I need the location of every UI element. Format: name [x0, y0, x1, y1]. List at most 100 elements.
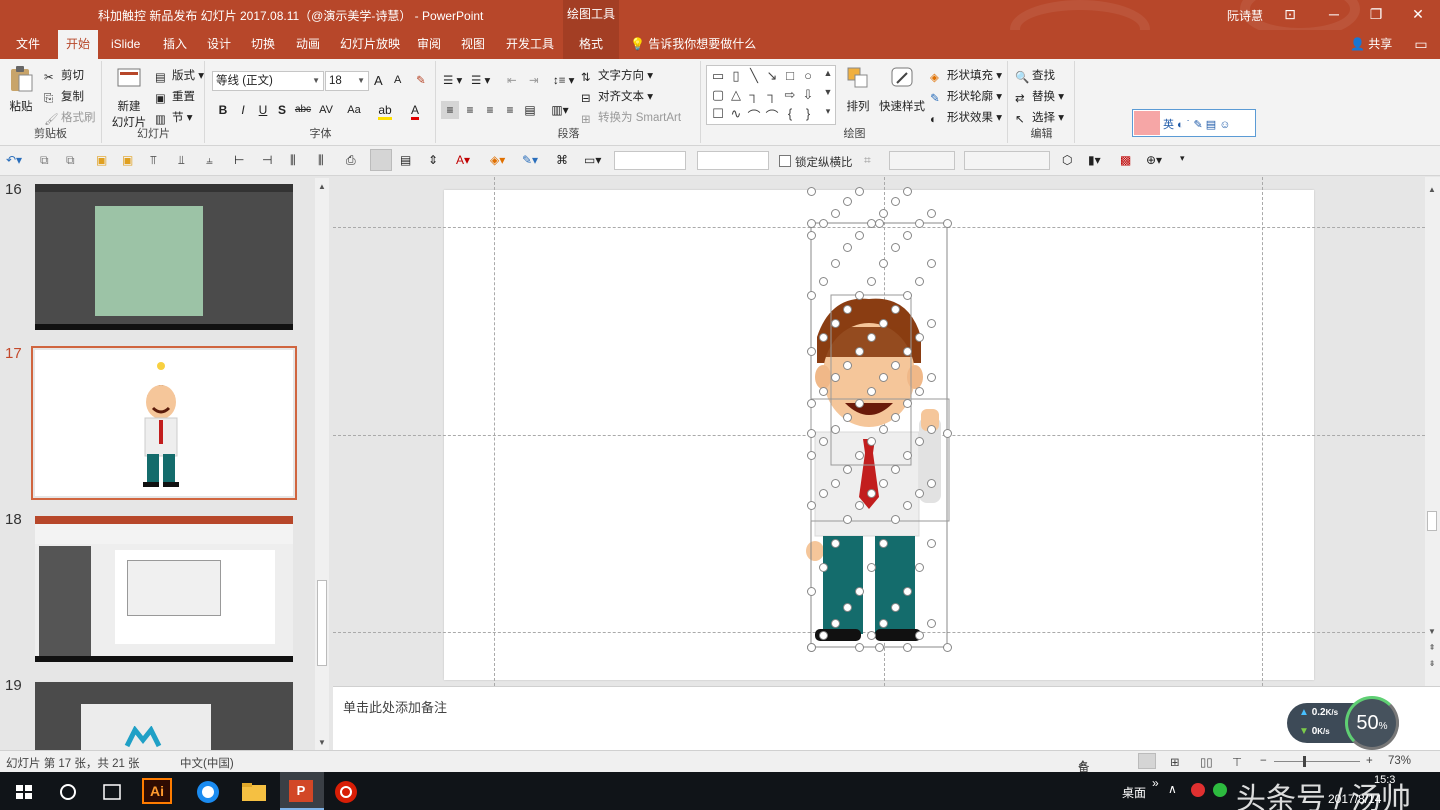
network-speed-widget[interactable]: ▲ 0.2K/s ▼ 0K/s 50%: [1287, 696, 1399, 750]
resize-handle[interactable]: [819, 563, 828, 572]
resize-handle[interactable]: [927, 539, 936, 548]
search-icon[interactable]: [50, 777, 86, 807]
shape-outline-button[interactable]: ✎ 形状轮廓 ▾: [930, 88, 1002, 105]
justify-icon[interactable]: ≡: [501, 101, 519, 119]
tab-insert[interactable]: 插入: [155, 30, 195, 59]
resize-handle[interactable]: [819, 437, 828, 446]
language-indicator[interactable]: 中文(中国): [180, 755, 234, 771]
distribute-horizontal-icon[interactable]: ⫼: [290, 153, 306, 168]
align-middle-icon[interactable]: ⫫: [178, 153, 194, 168]
align-top-icon[interactable]: ⫪: [150, 153, 166, 168]
layout-button[interactable]: ▤ 版式 ▾: [155, 67, 204, 84]
canvas-scroll-thumb[interactable]: [1427, 511, 1437, 531]
resize-handle[interactable]: [819, 333, 828, 342]
bring-forward-icon[interactable]: ▣: [96, 153, 112, 168]
tab-animations[interactable]: 动画: [288, 30, 328, 59]
resize-handle[interactable]: [891, 243, 900, 252]
align-left-icon[interactable]: ≡: [441, 101, 459, 119]
freeform-shape-icon[interactable]: ☐: [709, 106, 727, 122]
resize-handle[interactable]: [843, 243, 852, 252]
textbox-shape-icon[interactable]: ▭: [709, 68, 727, 84]
guide-line[interactable]: [494, 177, 495, 686]
resize-handle[interactable]: [879, 259, 888, 268]
crop-height-field[interactable]: [964, 151, 1050, 170]
resize-handle[interactable]: [807, 643, 816, 652]
down-arrow-shape-icon[interactable]: ⇩: [799, 87, 817, 103]
resize-handle[interactable]: [807, 501, 816, 510]
curve-shape-icon[interactable]: ⌒: [763, 106, 781, 125]
rounded-rect-shape-icon[interactable]: ▢: [709, 87, 727, 103]
resize-handle[interactable]: [855, 501, 864, 510]
resize-handle[interactable]: [819, 219, 828, 228]
resize-handle[interactable]: [903, 451, 912, 460]
resize-handle[interactable]: [867, 563, 876, 572]
resize-handle[interactable]: [831, 425, 840, 434]
font-color-qat-icon[interactable]: A▾: [456, 153, 472, 168]
thumbnail-scroll-thumb[interactable]: [317, 580, 327, 666]
desktop-toolbar-label[interactable]: 桌面: [1122, 784, 1146, 801]
resize-handle[interactable]: [867, 387, 876, 396]
gallery-scroll-down-icon[interactable]: ▼: [819, 87, 837, 97]
clock-date[interactable]: 2017/8/14: [1328, 792, 1381, 806]
resize-handle[interactable]: [915, 333, 924, 342]
resize-handle[interactable]: [927, 425, 936, 434]
text-shadow-button[interactable]: S: [273, 101, 291, 119]
slide-thumbnail-19[interactable]: [35, 682, 293, 751]
resize-handle[interactable]: [807, 187, 816, 196]
resize-handle[interactable]: [819, 631, 828, 640]
resize-handle[interactable]: [915, 437, 924, 446]
resize-handle[interactable]: [891, 603, 900, 612]
ime-toolbar[interactable]: 英 ◐ ˙ ✎ ▤ ☺: [1132, 109, 1256, 137]
zoom-slider-thumb[interactable]: [1303, 756, 1306, 767]
resize-handle[interactable]: [855, 451, 864, 460]
resize-handle[interactable]: [807, 231, 816, 240]
highlight-color-button[interactable]: ab: [376, 101, 394, 120]
resize-handle[interactable]: [891, 465, 900, 474]
slide-thumbnail-18[interactable]: [35, 516, 293, 662]
close-button[interactable]: ✕: [1400, 0, 1436, 30]
font-size-combo[interactable]: 18 ▼: [325, 71, 369, 91]
oval-shape-icon[interactable]: ○: [799, 68, 817, 83]
signed-in-user[interactable]: 阮诗慧: [1227, 7, 1263, 24]
resize-handle[interactable]: [915, 563, 924, 572]
numbering-icon[interactable]: ☰ ▾: [471, 73, 490, 87]
resize-handle[interactable]: [867, 489, 876, 498]
resize-handle[interactable]: [831, 259, 840, 268]
resize-handle[interactable]: [927, 619, 936, 628]
chevron-up-icon[interactable]: ∧: [1168, 782, 1177, 796]
rectangle-shape-icon[interactable]: □: [781, 68, 799, 83]
zoom-slider-track[interactable]: [1274, 761, 1360, 762]
tab-home[interactable]: 开始: [58, 30, 99, 59]
resize-handle[interactable]: [915, 387, 924, 396]
file-explorer-taskbar-icon[interactable]: [236, 777, 272, 807]
minimize-button[interactable]: ─: [1316, 0, 1352, 30]
resize-handle[interactable]: [867, 277, 876, 286]
increase-indent-icon[interactable]: ⇥: [529, 73, 539, 87]
elbow-arrow-shape-icon[interactable]: ┐: [763, 87, 781, 102]
resize-handle[interactable]: [875, 219, 884, 228]
resize-handle[interactable]: [855, 643, 864, 652]
shape-width-field[interactable]: [697, 151, 769, 170]
ungroup-objects-icon[interactable]: ⧉: [66, 153, 82, 168]
shapes-gallery[interactable]: ▭ ▯ ╲ ↘ □ ○ ▢ △ ┐ ┐ ⇨ ⇩ ☐ ∿ ⌒ ⌒ { } ▲ ▼ …: [706, 65, 836, 125]
illustrator-taskbar-icon[interactable]: Ai: [142, 778, 172, 804]
fill-color-qat-icon[interactable]: ◈▾: [490, 153, 506, 168]
resize-handle[interactable]: [903, 347, 912, 356]
fit-height-icon[interactable]: ⇕: [428, 153, 444, 168]
arrow-line-shape-icon[interactable]: ↘: [763, 68, 781, 84]
font-color-button[interactable]: A: [406, 101, 424, 120]
outline-color-qat-icon[interactable]: ✎▾: [522, 153, 538, 168]
resize-handle[interactable]: [819, 277, 828, 286]
scroll-down-icon[interactable]: ▼: [315, 736, 329, 750]
resize-handle[interactable]: [855, 587, 864, 596]
resize-handle[interactable]: [879, 479, 888, 488]
tab-view[interactable]: 视图: [453, 30, 493, 59]
decrease-indent-icon[interactable]: ⇤: [507, 73, 517, 87]
resize-handle[interactable]: [819, 387, 828, 396]
section-button[interactable]: ▥ 节 ▾: [155, 109, 192, 126]
resize-handle[interactable]: [875, 643, 884, 652]
resize-handle[interactable]: [879, 209, 888, 218]
underline-button[interactable]: U: [254, 101, 272, 119]
tab-design[interactable]: 设计: [199, 30, 239, 59]
resize-handle[interactable]: [867, 631, 876, 640]
